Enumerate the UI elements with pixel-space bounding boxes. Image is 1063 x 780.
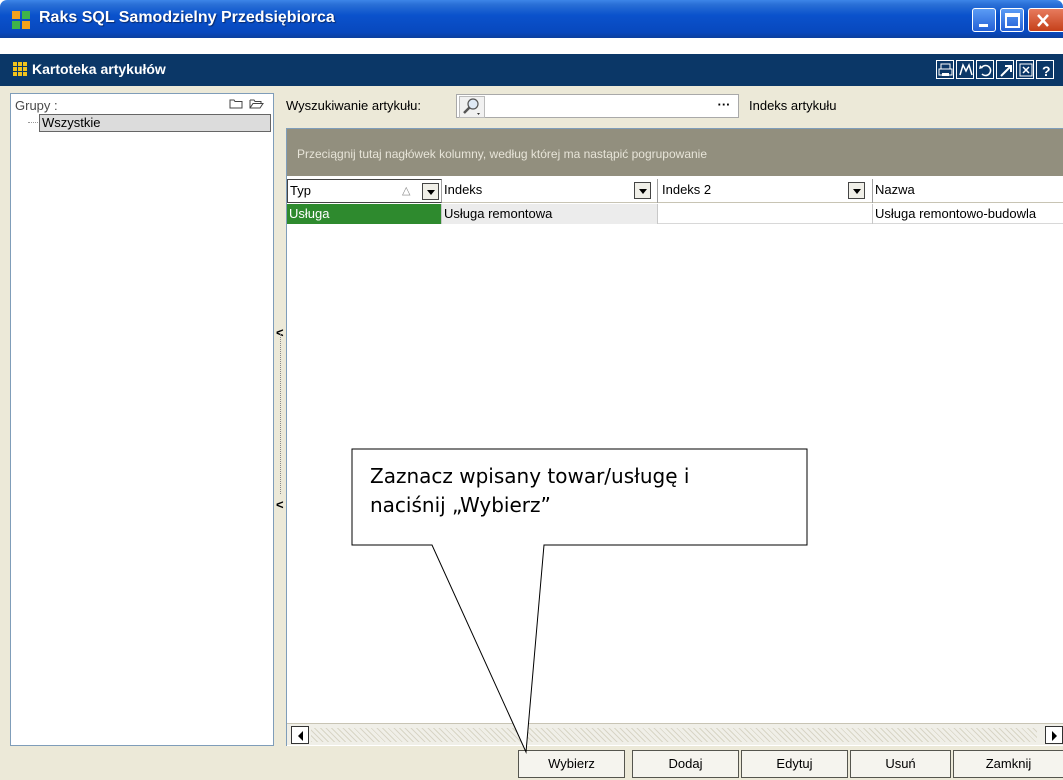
minimize-icon (979, 24, 988, 27)
search-icon (459, 96, 485, 118)
groups-label: Grupy : (15, 98, 58, 113)
search-input[interactable] (487, 98, 707, 116)
column-header-type[interactable]: Typ △ (287, 179, 442, 203)
splitter-grip (280, 334, 281, 494)
cell-index2[interactable] (658, 204, 873, 224)
cell-name[interactable]: Usługa remontowo-budowla (873, 204, 1063, 224)
tree-connector (28, 122, 38, 123)
panel-splitter[interactable]: < < (276, 316, 285, 516)
horizontal-scrollbar[interactable] (287, 723, 1063, 745)
add-button[interactable]: Dodaj (632, 750, 739, 778)
close-window-button[interactable] (1028, 8, 1063, 32)
delete-button[interactable]: Usuń (850, 750, 951, 778)
close-document-button[interactable] (1016, 60, 1034, 79)
column-header-label: Indeks (444, 182, 483, 197)
group-item-all[interactable]: Wszystkie (39, 114, 271, 132)
filter-button[interactable] (956, 60, 974, 79)
maximize-icon (1005, 13, 1020, 28)
print-button[interactable] (936, 60, 954, 79)
title-bar[interactable]: Raks SQL Samodzielny Przedsiębiorca (0, 0, 1063, 38)
refresh-icon (979, 64, 992, 77)
print-icon (938, 63, 953, 76)
column-filter-button[interactable] (422, 183, 439, 200)
minimize-button[interactable] (972, 8, 996, 32)
scrollbar-track[interactable] (311, 728, 1037, 742)
refresh-button[interactable] (976, 60, 994, 79)
new-folder-icon[interactable] (229, 97, 244, 110)
open-folder-icon[interactable] (249, 97, 264, 110)
search-label: Wyszukiwanie artykułu: (286, 98, 421, 113)
column-filter-button[interactable] (848, 182, 865, 199)
group-by-area[interactable]: Przeciągnij tutaj nagłówek kolumny, wedł… (287, 129, 1063, 176)
callout-line-2: naciśnij „Wybierz” (370, 493, 551, 517)
callout-text: Zaznacz wpisany towar/usługę i naciśnij … (370, 462, 800, 520)
column-filter-button[interactable] (634, 182, 651, 199)
scroll-left-button[interactable] (291, 726, 309, 744)
main-area: Grupy : Wszystkie < < Wyszukiwanie artyk… (0, 86, 1063, 780)
chevron-down-icon (427, 190, 435, 195)
module-title: Kartoteka artykułów (32, 61, 166, 77)
close-doc-icon (1019, 63, 1033, 77)
column-header-label: Nazwa (875, 182, 915, 197)
callout-line-1: Zaznacz wpisany towar/usługę i (370, 464, 690, 488)
help-button[interactable]: ? (1036, 60, 1054, 79)
column-header-label: Indeks 2 (662, 182, 712, 197)
column-header-index[interactable]: Indeks (442, 179, 658, 203)
close-icon (1037, 14, 1049, 27)
cell-type[interactable]: Usługa (287, 204, 442, 224)
window-title: Raks SQL Samodzielny Przedsiębiorca (39, 9, 335, 26)
column-header-index2[interactable]: Indeks 2 (660, 179, 873, 203)
scroll-right-button[interactable] (1045, 726, 1063, 744)
export-button[interactable] (996, 60, 1014, 79)
collapse-left-icon-bottom: < (276, 497, 284, 512)
select-button[interactable]: Wybierz (518, 750, 625, 778)
sort-ascending-icon: △ (402, 185, 411, 197)
grid-header: Typ △ Indeks Indeks 2 Nazwa (287, 179, 1063, 203)
grid-icon (13, 62, 27, 76)
column-header-label: Typ (290, 183, 311, 198)
help-icon: ? (1042, 63, 1051, 79)
module-header: Kartoteka artykułów ? (0, 54, 1063, 86)
search-mode-label: Indeks artykułu (749, 98, 837, 113)
column-header-name[interactable]: Nazwa (873, 179, 1063, 203)
chevron-down-icon (853, 189, 861, 194)
close-button[interactable]: Zamknij (953, 750, 1063, 778)
search-options-button[interactable]: ··· (712, 96, 736, 116)
maximize-button[interactable] (1000, 8, 1024, 32)
arrow-left-icon (298, 731, 303, 741)
cell-index[interactable]: Usługa remontowa (442, 204, 658, 224)
groups-panel[interactable]: Grupy : Wszystkie (10, 93, 274, 746)
table-row[interactable]: Usługa Usługa remontowa Usługa remontowo… (287, 204, 1063, 224)
chevron-down-icon (639, 189, 647, 194)
svg-text:?: ? (1042, 63, 1051, 79)
filter-icon (959, 62, 973, 76)
edit-button[interactable]: Edytuj (741, 750, 848, 778)
articles-grid[interactable]: Przeciągnij tutaj nagłówek kolumny, wedł… (286, 128, 1063, 746)
export-icon (1000, 65, 1012, 77)
arrow-right-icon (1052, 731, 1057, 741)
app-icon (12, 11, 30, 29)
search-box[interactable] (456, 94, 739, 118)
